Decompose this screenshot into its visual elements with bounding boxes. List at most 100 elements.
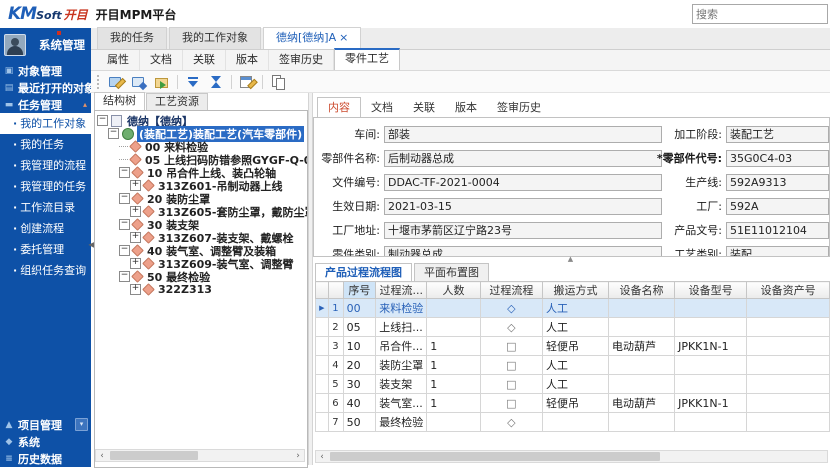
table-cell[interactable] [747, 394, 830, 413]
table-cell[interactable]: 30 [343, 375, 376, 394]
scroll-left-icon[interactable]: ‹ [96, 451, 108, 461]
column-header[interactable]: 设备型号 [675, 282, 747, 299]
object-tab-4[interactable]: 签审历史 [269, 50, 334, 70]
table-cell[interactable] [747, 356, 830, 375]
batch-edit-icon[interactable] [131, 74, 147, 90]
row-number-cell[interactable]: 3 [328, 337, 343, 356]
table-h-scrollbar[interactable]: ‹ [315, 450, 828, 463]
collapse-toggle-icon[interactable]: − [119, 245, 130, 256]
table-cell[interactable] [747, 299, 830, 318]
table-cell[interactable]: 电动葫芦 [608, 394, 674, 413]
table-cell[interactable]: JPKK1N-1 [675, 394, 747, 413]
sidebar-group-objects[interactable]: ▣对象管理 [0, 62, 91, 79]
table-cell[interactable] [747, 337, 830, 356]
column-header[interactable]: 序号 [343, 282, 376, 299]
table-cell[interactable]: 10 [343, 337, 376, 356]
table-cell[interactable]: ◇ [480, 299, 542, 318]
table-cell[interactable]: 人工 [542, 375, 608, 394]
tree-tab-0[interactable]: 结构树 [94, 92, 145, 110]
table-row[interactable]: ▶100来料检验◇人工 [316, 299, 830, 318]
table-row[interactable]: 205上线扫... ◇人工 [316, 318, 830, 337]
edit-table-icon[interactable] [239, 74, 255, 90]
row-number-cell[interactable]: 1 [328, 299, 343, 318]
table-cell[interactable]: 人工 [542, 299, 608, 318]
tree-tab-1[interactable]: 工艺资源 [146, 93, 208, 110]
form-field-0[interactable] [726, 126, 829, 143]
column-header[interactable]: 过程流程 [480, 282, 542, 299]
sidebar-item[interactable]: ·我管理的任务 [0, 176, 91, 197]
table-cell[interactable] [427, 299, 480, 318]
table-cell[interactable] [608, 413, 674, 432]
tree-h-scrollbar[interactable]: ‹ › [95, 449, 305, 462]
table-row[interactable]: 750最终检验◇ [316, 413, 830, 432]
row-number-cell[interactable]: 2 [328, 318, 343, 337]
column-header[interactable]: 设备名称 [608, 282, 674, 299]
collapse-toggle-icon[interactable]: − [119, 167, 130, 178]
table-cell[interactable]: 50 [343, 413, 376, 432]
object-tab-2[interactable]: 关联 [183, 50, 226, 70]
table-cell[interactable]: 1 [427, 356, 480, 375]
dropdown-icon[interactable]: ▾ [75, 418, 88, 431]
form-field-2[interactable] [726, 174, 829, 191]
table-cell[interactable] [427, 318, 480, 337]
sidebar-item[interactable]: ·创建流程 [0, 218, 91, 239]
tree-node[interactable]: +322Z313 [95, 283, 307, 296]
sidebar-item[interactable]: ·我的工作对象 [0, 113, 91, 134]
table-cell[interactable]: 人工 [542, 318, 608, 337]
table-cell[interactable]: 轻便吊 [542, 337, 608, 356]
table-cell[interactable] [608, 375, 674, 394]
table-cell[interactable]: ◇ [480, 318, 542, 337]
table-cell[interactable]: 上线扫... [376, 318, 427, 337]
table-cell[interactable] [608, 299, 674, 318]
sidebar-group-history[interactable]: ≡历史数据 [0, 450, 91, 467]
table-cell[interactable] [747, 375, 830, 394]
row-number-cell[interactable]: 6 [328, 394, 343, 413]
table-cell[interactable] [675, 375, 747, 394]
table-row[interactable]: 310吊合件...1□轻便吊电动葫芦JPKK1N-1 [316, 337, 830, 356]
flow-tab-1[interactable]: 平面布置图 [414, 263, 489, 281]
table-cell[interactable]: □ [480, 394, 542, 413]
form-field-3[interactable] [726, 198, 829, 215]
table-cell[interactable]: JPKK1N-1 [675, 337, 747, 356]
main-tab-0[interactable]: 我的任务 [97, 27, 167, 49]
collapse-toggle-icon[interactable]: − [119, 193, 130, 204]
table-cell[interactable] [427, 413, 480, 432]
tab-close-icon[interactable]: × [339, 31, 348, 44]
table-cell[interactable] [675, 299, 747, 318]
main-tab-2[interactable]: 德纳[德纳]A× [263, 27, 361, 49]
expand-toggle-icon[interactable]: + [130, 180, 141, 191]
detail-tab-3[interactable]: 版本 [445, 98, 487, 117]
collapse-toggle-icon[interactable]: − [119, 219, 130, 230]
sidebar-item[interactable]: ·工作流目录 [0, 197, 91, 218]
search-input[interactable] [692, 4, 828, 24]
flow-tab-0[interactable]: 产品过程流程图 [315, 263, 412, 281]
table-cell[interactable]: 来料检验 [376, 299, 427, 318]
expand-toggle-icon[interactable]: + [130, 284, 141, 295]
import-folder-icon[interactable] [154, 74, 170, 90]
main-tab-1[interactable]: 我的工作对象 [169, 27, 261, 49]
form-field-4[interactable] [384, 222, 662, 239]
row-number-cell[interactable]: 7 [328, 413, 343, 432]
scrollbar-thumb[interactable] [110, 451, 198, 460]
table-cell[interactable]: □ [480, 356, 542, 375]
expand-toggle-icon[interactable]: + [130, 258, 141, 269]
object-tab-0[interactable]: 属性 [97, 50, 140, 70]
table-cell[interactable]: 装气室... [376, 394, 427, 413]
table-cell[interactable]: 40 [343, 394, 376, 413]
collapse-up-icon[interactable]: ▴ [83, 100, 87, 109]
sidebar-group-projects[interactable]: ▲项目管理▾ [0, 416, 91, 433]
table-cell[interactable]: 装支架 [376, 375, 427, 394]
edit-object-icon[interactable] [108, 74, 124, 90]
table-cell[interactable]: 05 [343, 318, 376, 337]
row-number-cell[interactable]: 5 [328, 375, 343, 394]
expand-toggle-icon[interactable]: + [130, 206, 141, 217]
table-cell[interactable]: □ [480, 337, 542, 356]
table-cell[interactable]: 1 [427, 375, 480, 394]
table-row[interactable]: 530装支架1□人工 [316, 375, 830, 394]
table-cell[interactable] [608, 318, 674, 337]
table-cell[interactable] [747, 413, 830, 432]
sidebar-item[interactable]: ·我的任务 [0, 134, 91, 155]
form-field-2[interactable] [384, 174, 662, 191]
column-header[interactable]: 搬运方式 [542, 282, 608, 299]
table-cell[interactable]: 1 [427, 394, 480, 413]
